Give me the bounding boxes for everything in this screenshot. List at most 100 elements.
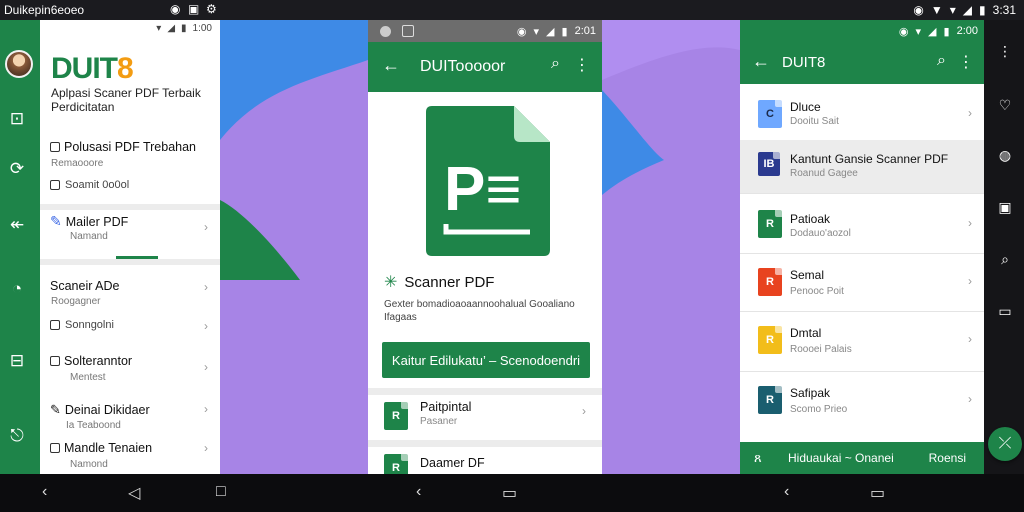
divider xyxy=(368,388,602,395)
search-icon[interactable]: ⌕ xyxy=(994,248,1016,270)
file-icon: C xyxy=(758,100,782,128)
battery-icon: ▮ xyxy=(561,25,568,38)
list-item[interactable]: Scaneir ADe xyxy=(50,279,119,293)
brand-prefix: DUIT xyxy=(51,52,118,85)
settings-icon: ⚙ xyxy=(206,2,217,16)
file-row[interactable]: C Dluce Dooitu Sait › xyxy=(740,88,984,142)
document-icon xyxy=(50,142,60,152)
bottom-bar-action[interactable]: Roensi xyxy=(929,451,966,465)
chevron-right-icon: › xyxy=(204,220,208,234)
notification-icon xyxy=(402,25,414,37)
list-item[interactable]: Solteranntor xyxy=(50,354,132,368)
list-item-title: Mandle Tenaien xyxy=(64,441,153,455)
panel-status-bar: ▾ ◢ ▮ 1:00 xyxy=(40,20,220,38)
list-item[interactable]: Sonngolni xyxy=(50,319,114,331)
share-icon[interactable]: ⎋ xyxy=(0,423,34,449)
search-icon[interactable]: ⌕ xyxy=(937,52,946,70)
chevron-right-icon: › xyxy=(968,392,972,406)
scanner-icon: ✳ xyxy=(384,274,398,291)
image-icon[interactable]: ⊡ xyxy=(0,106,34,132)
brand-suffix: 8 xyxy=(117,52,134,85)
nav-back-icon[interactable]: ‹ xyxy=(784,483,789,501)
app-screen-detail: ◉ ▾ ◢ ▮ 2:01 ← DUITooooor ⌕ ⋮ P≡ ✳ Scann… xyxy=(368,20,602,482)
file-row-selected[interactable]: IB Kantunt Gansie Scanner PDF Roanud Gag… xyxy=(740,140,984,194)
install-button[interactable]: Kaitur Edilukatu’ – Scenodoendri xyxy=(382,342,590,378)
signal-icon: ◢ xyxy=(928,25,937,38)
file-row[interactable]: R Safipak Scomo Prieo › xyxy=(740,372,984,434)
app-bar: ← DUITooooor ⌕ ⋮ xyxy=(368,42,602,92)
file-title: Patioak xyxy=(790,212,831,226)
list-item[interactable]: Polusasi PDF Trebahan xyxy=(50,140,196,154)
window-icon[interactable]: ▭ xyxy=(994,300,1016,322)
file-sub: Penooc Poit xyxy=(790,286,844,297)
back-arrow-icon[interactable]: ← xyxy=(382,55,400,76)
nav-recents-icon[interactable]: ▭ xyxy=(870,483,885,503)
list-item-title: Solteranntor xyxy=(64,354,133,368)
chevron-right-icon: › xyxy=(968,106,972,120)
avatar[interactable] xyxy=(5,50,33,78)
more-vert-icon[interactable]: ⋮ xyxy=(574,55,590,75)
nav-recents-icon[interactable]: □ xyxy=(216,483,226,501)
list-item[interactable]: ✎ Deinai Dikidaer xyxy=(50,402,150,418)
chevron-right-icon: › xyxy=(204,360,208,374)
favorite-icon[interactable]: ♡ xyxy=(994,94,1016,116)
scan-fab[interactable]: ⤫ xyxy=(988,427,1022,461)
divider xyxy=(40,204,220,210)
left-rail: ⊡ ⟳ ↞ ◔ ⊟ ⎋ xyxy=(0,20,40,474)
more-vert-icon[interactable]: ⋮ xyxy=(958,52,974,72)
file-sub: Roanud Gagee xyxy=(790,168,858,179)
file-row[interactable]: R Dmtal Roooei Palais › xyxy=(740,312,984,372)
search-icon[interactable]: ⌕ xyxy=(551,55,560,73)
spreadsheet-icon: R xyxy=(758,210,782,238)
refresh-icon[interactable]: ⟳ xyxy=(0,156,34,182)
document-icon: R xyxy=(758,326,782,354)
scan-item-label: Soamit 0o0ol xyxy=(65,179,130,191)
back-arrow-icon[interactable]: ← xyxy=(752,51,770,72)
list-item[interactable]: R Paitpintal Pasaner › xyxy=(384,396,594,436)
panel-status-bar: ◉ ▾ ◢ ▮ 2:01 xyxy=(368,20,602,42)
document-icon xyxy=(50,356,60,366)
list-item-sub: Remaooore xyxy=(51,158,104,169)
file-row[interactable]: R Patioak Dodauo'aozol › xyxy=(740,194,984,254)
signal-icon: ◢ xyxy=(546,25,555,38)
app-screen-home: ▾ ◢ ▮ 1:00 DUIT8 Aplpasi Scaner PDF Terb… xyxy=(40,20,220,474)
app-bar-title: DUIT8 xyxy=(782,54,826,71)
scan-item[interactable]: Soamit 0o0ol xyxy=(50,179,129,191)
list-item-title: Daamer DF xyxy=(420,456,485,470)
panel-status-bar: ◉ ▾ ◢ ▮ 2:00 xyxy=(740,20,984,42)
pdf-icon: R xyxy=(758,268,782,296)
alarm-icon: ◉ xyxy=(913,3,924,17)
nav-recents-icon[interactable]: ▭ xyxy=(502,483,517,503)
image-icon[interactable]: ▣ xyxy=(994,196,1016,218)
alarm-icon: ◉ xyxy=(170,2,181,16)
document-icon xyxy=(50,443,60,453)
file-row[interactable]: R Semal Penooc Poit › xyxy=(740,254,984,312)
camera-icon[interactable]: ◍ xyxy=(994,144,1016,166)
list-item-title: Polusasi PDF Trebahan xyxy=(64,140,197,154)
status-time: 2:01 xyxy=(574,25,596,37)
list-item-sub: Mentest xyxy=(70,372,106,383)
nav-home-icon[interactable]: ◁ xyxy=(128,483,140,503)
chevron-right-icon: › xyxy=(204,280,208,294)
system-status-bar: Duikepin6eoeo ◉ ▣ ⚙ ◉ ▼ ▾ ◢ ▮ 3:31 xyxy=(0,0,1024,20)
more-vert-icon[interactable]: ⋮ xyxy=(994,40,1016,62)
scan-icon: ጸ xyxy=(754,450,762,465)
notification-icon xyxy=(380,26,391,37)
list-item-title: Mailer PDF xyxy=(65,214,129,229)
app-bar-title: DUITooooor xyxy=(420,58,506,75)
list-item[interactable]: ✎ Mailer PDF xyxy=(50,213,128,230)
bottom-bar-label: Hiduaukai ~ Onanei xyxy=(788,451,894,465)
chevron-right-icon: › xyxy=(204,319,208,333)
clock-icon[interactable]: ◔ xyxy=(0,276,34,302)
list-item[interactable]: Mandle Tenaien xyxy=(50,441,152,455)
battery-icon: ▮ xyxy=(979,3,986,17)
back-arrow-icon[interactable]: ↞ xyxy=(0,212,34,238)
nav-back-icon[interactable]: ‹ xyxy=(42,483,47,501)
chevron-right-icon: › xyxy=(968,274,972,288)
nav-back-icon[interactable]: ‹ xyxy=(416,483,421,501)
wifi-icon: ▾ xyxy=(533,25,540,38)
file-title: Dluce xyxy=(790,100,821,114)
frame-icon[interactable]: ⊟ xyxy=(0,348,34,374)
app-logo: P≡ xyxy=(426,106,550,256)
list-item-sub: Namand xyxy=(70,231,108,242)
